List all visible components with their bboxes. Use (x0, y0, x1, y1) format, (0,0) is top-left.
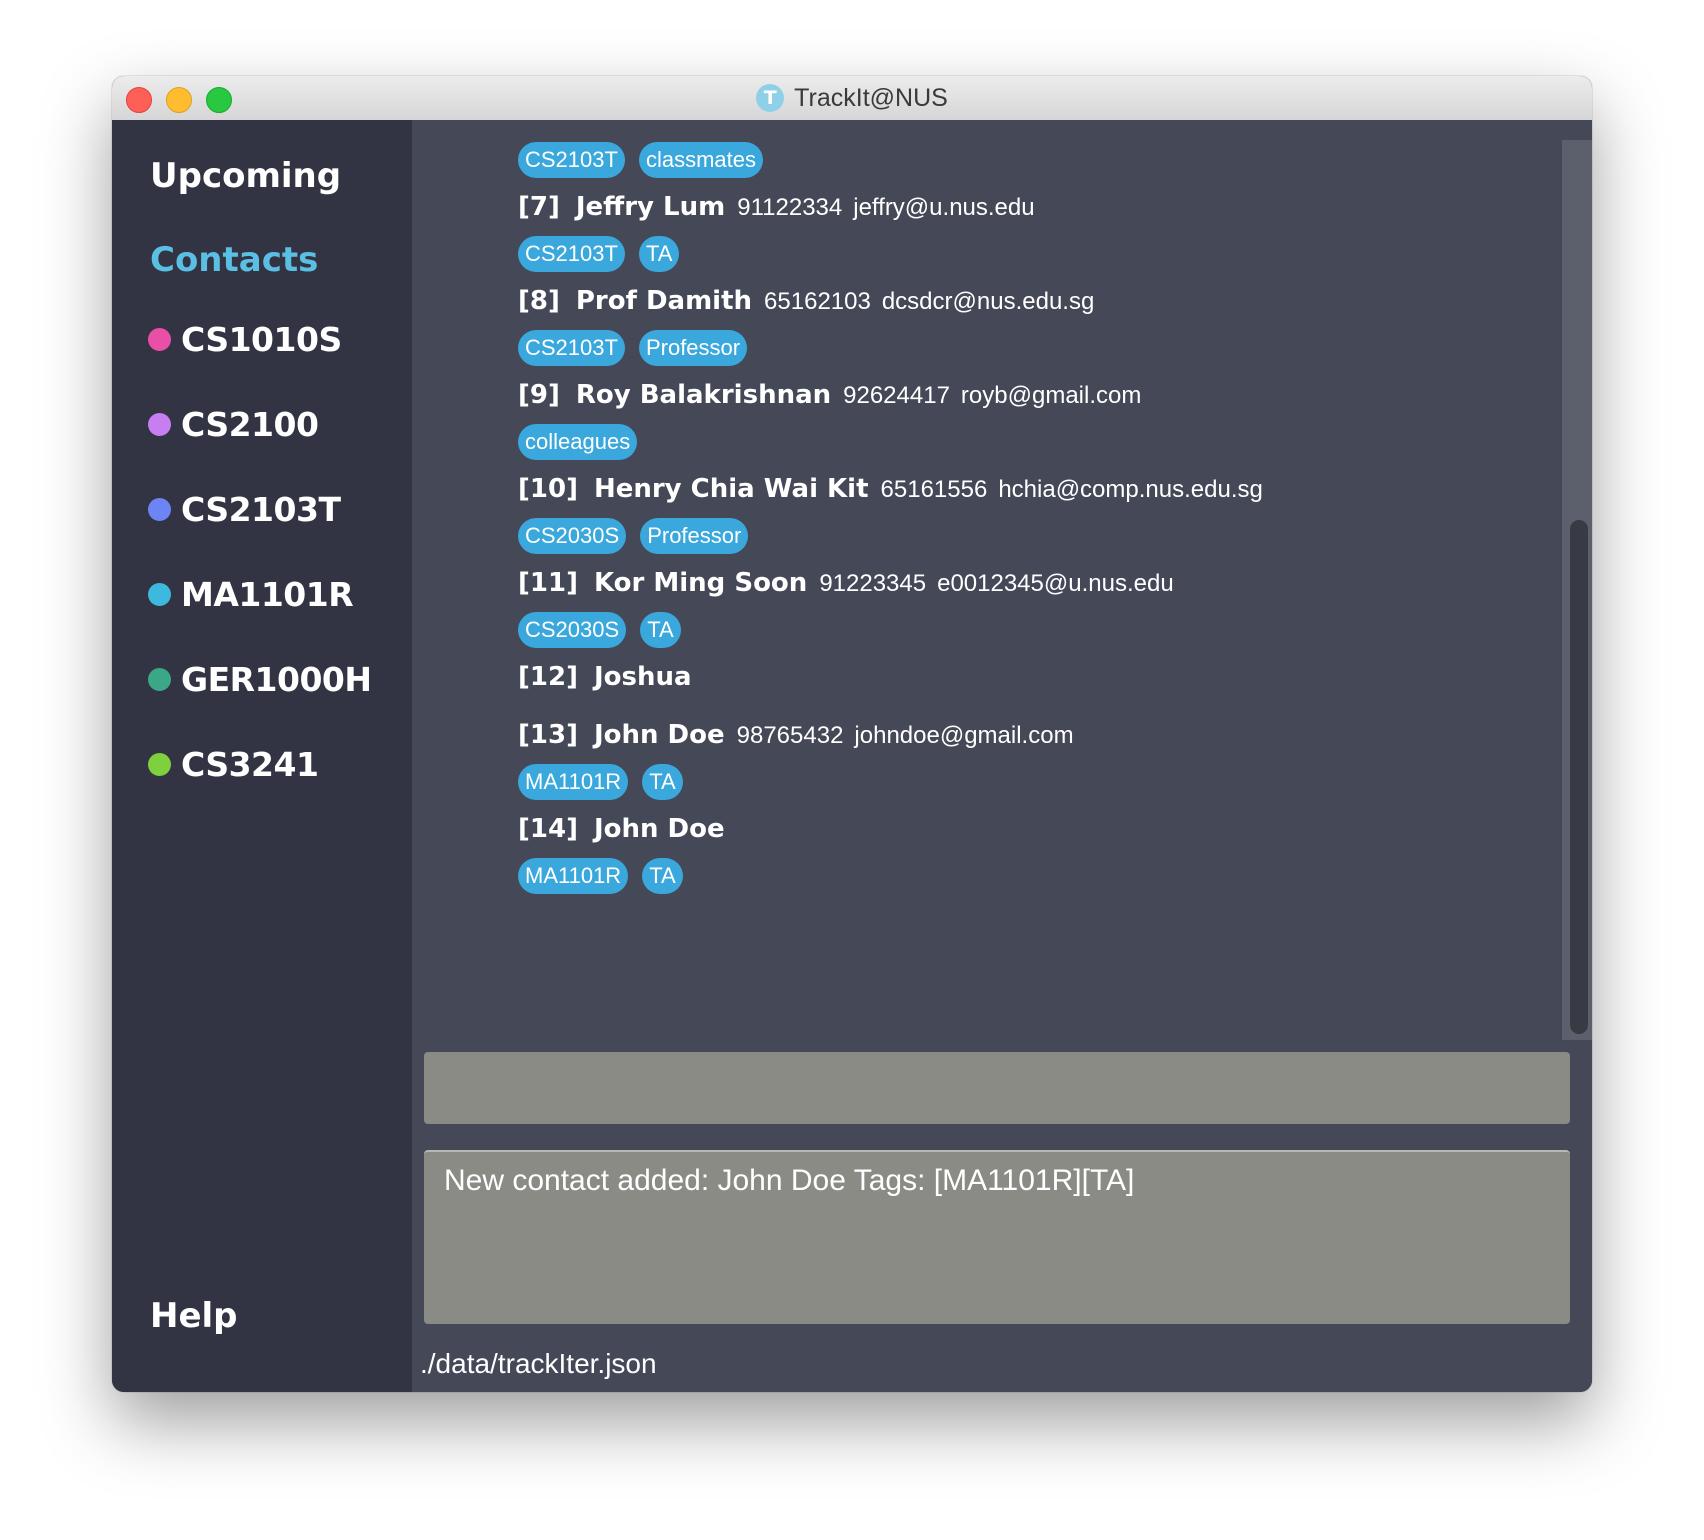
contact-card[interactable]: [12] Joshua (518, 662, 704, 692)
module-label: CS2103T (181, 490, 341, 529)
module-label: CS3241 (181, 745, 319, 784)
tag: CS2030S (518, 612, 627, 648)
contact-email: royb@gmail.com (960, 382, 1142, 409)
module-color-dot (148, 753, 171, 776)
tag: CS2103T (518, 236, 625, 272)
sidebar-module-cs1010s[interactable]: CS1010S (148, 320, 342, 359)
contact-name: Joshua (593, 662, 692, 692)
tag-row: CS2103T Professor (518, 330, 761, 366)
result-message: New contact added: John Doe Tags: [MA110… (444, 1164, 1135, 1197)
contact-index: [10] (518, 474, 578, 504)
contact-email: dcsdcr@nus.edu.sg (881, 288, 1095, 315)
contact-name: Roy Balakrishnan (575, 380, 832, 410)
contact-list-scrollbar[interactable] (1562, 140, 1592, 1040)
tag: TA (640, 612, 681, 648)
nav-upcoming[interactable]: Upcoming (150, 156, 341, 196)
sidebar-module-ma1101r[interactable]: MA1101R (148, 575, 354, 614)
tag: TA (642, 858, 683, 894)
module-label: CS1010S (181, 320, 342, 359)
contact-name: Kor Ming Soon (593, 568, 808, 598)
contact-phone: 98765432 (736, 722, 844, 749)
tag: Professor (640, 518, 749, 554)
tag-row: CS2030S Professor (518, 518, 762, 554)
contact-phone: 92624417 (843, 382, 950, 409)
contact-name: Prof Damith (575, 286, 753, 316)
contact-email: jeffry@u.nus.edu (853, 194, 1035, 221)
contact-card[interactable]: [8] Prof Damith 65162103 dcsdcr@nus.edu.… (518, 286, 1105, 316)
contact-index: [9] (518, 380, 560, 410)
sidebar-module-cs2100[interactable]: CS2100 (148, 405, 319, 444)
app-window: T TrackIt@NUS Upcoming Contacts CS1010S … (112, 76, 1592, 1392)
tag: classmates (638, 142, 763, 178)
contact-name: John Doe (593, 814, 725, 844)
contact-card[interactable]: [7] Jeffry Lum 91122334 jeffry@u.nus.edu (518, 192, 1046, 222)
contact-index: [13] (518, 720, 578, 750)
tag: TA (642, 764, 683, 800)
title-group: T TrackIt@NUS (112, 76, 1592, 120)
tag-row: colleagues (518, 424, 651, 460)
title-bar: T TrackIt@NUS (112, 76, 1592, 121)
tag: CS2103T (518, 142, 625, 178)
window-title: TrackIt@NUS (794, 83, 948, 112)
contact-card[interactable]: [9] Roy Balakrishnan 92624417 royb@gmail… (518, 380, 1152, 410)
tag: Professor (638, 330, 748, 366)
contact-index: [14] (518, 814, 578, 844)
contact-index: [7] (518, 192, 560, 222)
module-label: MA1101R (181, 575, 354, 614)
tag-row: MA1101R TA (518, 858, 697, 894)
tag: CS2030S (518, 518, 627, 554)
contact-index: [11] (518, 568, 578, 598)
contact-card[interactable]: [10] Henry Chia Wai Kit 65161556 hchia@c… (518, 474, 1274, 504)
tag-row: MA1101R TA (518, 764, 697, 800)
tag: CS2103T (518, 330, 625, 366)
contact-name: Jeffry Lum (575, 192, 726, 222)
module-label: GER1000H (181, 660, 372, 699)
sidebar: Upcoming Contacts CS1010S CS2100 CS2103T… (112, 120, 412, 1392)
module-color-dot (148, 498, 171, 521)
module-label: CS2100 (181, 405, 319, 444)
sidebar-module-cs2103t[interactable]: CS2103T (148, 490, 341, 529)
sidebar-module-cs3241[interactable]: CS3241 (148, 745, 319, 784)
scrollbar-thumb[interactable] (1570, 520, 1588, 1034)
tag-row: CS2030S TA (518, 612, 695, 648)
contact-card[interactable]: [13] John Doe 98765432 johndoe@gmail.com (518, 720, 1085, 750)
main-content: CS2103T classmates [7] Jeffry Lum 911223… (412, 120, 1592, 1392)
tag-row: CS2103T classmates (518, 142, 777, 178)
contact-email: johndoe@gmail.com (854, 722, 1074, 749)
contact-phone: 91122334 (737, 194, 843, 221)
contact-phone: 65161556 (880, 476, 988, 503)
result-display: New contact added: John Doe Tags: [MA110… (424, 1150, 1570, 1324)
module-color-dot (148, 668, 171, 691)
contact-name: John Doe (593, 720, 725, 750)
command-input[interactable] (424, 1052, 1570, 1124)
contact-email: e0012345@u.nus.edu (937, 570, 1174, 597)
tag: MA1101R (518, 764, 629, 800)
tag: colleagues (518, 424, 638, 460)
nav-help[interactable]: Help (150, 1296, 238, 1336)
contact-email: hchia@comp.nus.edu.sg (998, 476, 1263, 503)
tag: MA1101R (518, 858, 629, 894)
contact-card[interactable]: [14] John Doe (518, 814, 737, 844)
status-bar-file-path: ./data/trackIter.json (420, 1348, 657, 1379)
contact-index: [12] (518, 662, 578, 692)
contact-phone: 91223345 (819, 570, 927, 597)
module-color-dot (148, 583, 171, 606)
tag-row: CS2103T TA (518, 236, 693, 272)
contact-name: Henry Chia Wai Kit (593, 474, 869, 504)
sidebar-module-ger1000h[interactable]: GER1000H (148, 660, 372, 699)
module-color-dot (148, 328, 171, 351)
module-color-dot (148, 413, 171, 436)
contact-card[interactable]: [11] Kor Ming Soon 91223345 e0012345@u.n… (518, 568, 1185, 598)
contact-phone: 65162103 (764, 288, 871, 315)
app-icon: T (756, 84, 785, 112)
contact-index: [8] (518, 286, 560, 316)
tag: TA (638, 236, 680, 272)
nav-contacts[interactable]: Contacts (150, 240, 318, 280)
